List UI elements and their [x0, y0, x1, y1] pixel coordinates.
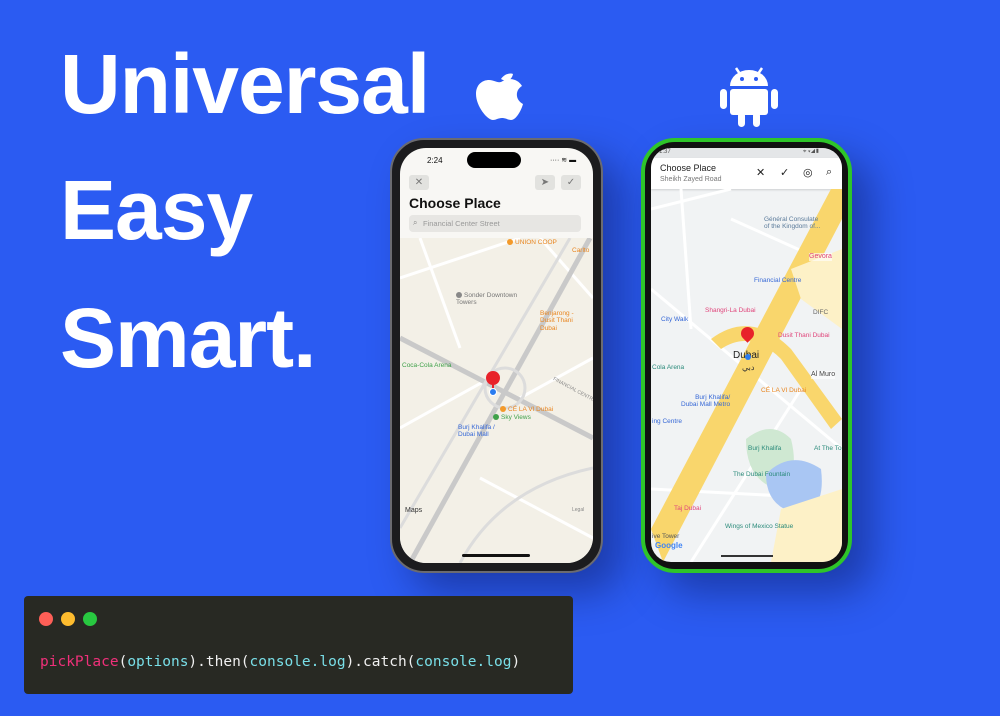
location-pin — [486, 371, 500, 385]
search-input[interactable]: ⌕ Financial Center Street — [409, 215, 581, 232]
map-label: Wings of Mexico Statue — [725, 523, 794, 530]
map-label: ing Centre — [652, 418, 682, 425]
home-indicator — [462, 554, 530, 557]
android-screen: 1:37 ⌖ ▾◢▮ Choose Place Sheikh Zayed Roa… — [651, 148, 842, 562]
hero-line-easy: Easy — [60, 163, 253, 257]
nav-handle — [721, 555, 773, 557]
map-label: Taj Dubai — [674, 505, 702, 512]
ios-status-time: 2:24 — [427, 156, 443, 165]
page-title: Choose Place — [409, 195, 501, 211]
android-app-bar: Choose Place Sheikh Zayed Road — [651, 158, 842, 189]
android-logo-icon — [720, 67, 778, 127]
map-label: Al Muro — [811, 371, 836, 380]
code-line: pickPlace(options).then(console.log).cat… — [40, 654, 521, 670]
android-status-icons: ⌖ ▾◢▮ — [803, 149, 820, 155]
map-label: Dusit Thani Dubai — [778, 332, 830, 339]
map-label: CÉ LA VI Dubai — [761, 387, 807, 394]
ios-screen: 2:24 ···· ≋ ▬ ✕ ➤ ✓ Choose Place ⌕ Finan… — [400, 148, 593, 563]
map-label: DIFC — [813, 309, 829, 316]
map-label: CÉ LA VI Dubai — [500, 406, 553, 413]
map-label: Financial Centre — [754, 277, 802, 284]
code-snippet: pickPlace(options).then(console.log).cat… — [24, 596, 573, 694]
map-label: Sonder Downtown Towers — [456, 292, 518, 307]
google-map[interactable]: Général Consulate of the Kingdom of... G… — [651, 189, 842, 562]
android-status-time: 1:37 — [659, 149, 671, 155]
confirm-button[interactable]: ✓ — [780, 166, 789, 179]
window-maximize-dot — [83, 612, 97, 626]
map-label: Carlto — [572, 247, 590, 254]
page-title: Choose Place — [660, 163, 717, 173]
hero-line-smart: Smart. — [60, 291, 316, 385]
user-location-dot — [745, 354, 751, 360]
close-button[interactable]: ✕ — [756, 166, 765, 179]
android-status-bar: 1:37 ⌖ ▾◢▮ — [651, 148, 842, 158]
legal-link[interactable]: Legal — [572, 507, 584, 514]
map-label: Burj Khalifa/ Dubai Mall Metro — [681, 394, 731, 409]
hero-line-universal: Universal — [60, 37, 430, 131]
map-label: Général Consulate of the Kingdom of... — [764, 216, 821, 231]
map-city-label-arabic: دبي — [742, 363, 755, 372]
apple-maps-attribution[interactable]: Maps — [405, 507, 422, 515]
search-button[interactable]: ⌕ — [826, 166, 832, 179]
map-label: Sky Views — [493, 414, 531, 421]
search-placeholder: Financial Center Street — [423, 219, 500, 228]
confirm-button[interactable]: ✓ — [561, 175, 581, 190]
apple-logo-icon — [476, 73, 523, 120]
search-icon: ⌕ — [413, 218, 418, 227]
map-label: City Walk — [661, 316, 689, 323]
map-label: Coca-Cola Arena — [402, 362, 452, 369]
dynamic-island — [467, 152, 521, 168]
window-close-dot — [39, 612, 53, 626]
map-label: The Dubai Fountain — [733, 471, 791, 478]
map-label: Burj Khalifa / Dubai Mall — [458, 424, 495, 439]
locate-button[interactable]: ➤ — [535, 175, 555, 190]
ios-status-icons: ···· ≋ ▬ — [550, 157, 577, 164]
close-button[interactable]: ✕ — [409, 175, 429, 190]
ios-map[interactable]: UNION COOP Sonder Downtown Towers Benjar… — [400, 238, 593, 563]
map-label: At The To — [814, 445, 842, 452]
map-label: Gevora — [809, 253, 832, 262]
user-location-dot — [489, 388, 497, 396]
map-label: Cola Arena — [652, 364, 685, 371]
map-label: Benjarong - Dusit Thani Dubai — [540, 310, 574, 332]
page-subtitle: Sheikh Zayed Road — [660, 176, 722, 183]
map-label: UNION COOP — [507, 239, 557, 246]
window-minimize-dot — [61, 612, 75, 626]
map-label: Shangri-La Dubai — [705, 307, 756, 314]
map-label: ive Tower — [652, 533, 680, 540]
map-label: Burj Khalifa — [748, 445, 782, 452]
google-logo: Google — [655, 541, 683, 550]
my-location-button[interactable]: ◎ — [803, 166, 813, 179]
